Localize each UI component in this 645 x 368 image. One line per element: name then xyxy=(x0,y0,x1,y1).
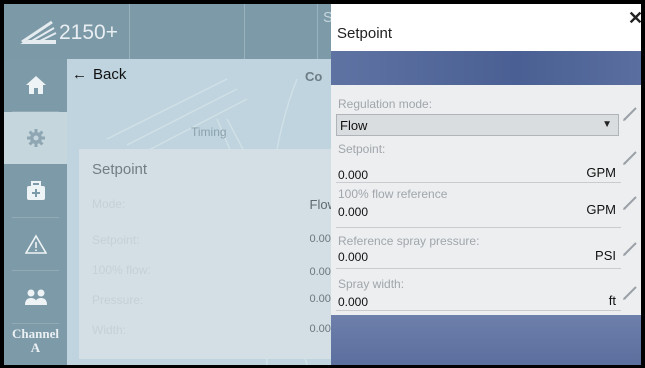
flow-reference-unit: GPM xyxy=(586,202,616,217)
regulation-mode-value: Flow xyxy=(340,118,368,133)
logo-cell: 2150+ xyxy=(4,4,130,59)
edit-pencil-icon[interactable] xyxy=(621,149,639,167)
spray-width-unit: ft xyxy=(608,293,616,308)
card-row: Mode: Flow xyxy=(92,197,337,212)
setpoint-card: Setpoint Mode: Flow Setpoint: 0.000 100%… xyxy=(79,149,341,359)
close-icon[interactable]: ✕ xyxy=(628,8,641,29)
spray-width-value[interactable]: 0.000 xyxy=(338,295,368,309)
nav-home[interactable] xyxy=(4,59,67,111)
card-title: Setpoint xyxy=(92,161,148,178)
setpoint-dialog: Setpoint ✕ Regulation mode: Flow ▼ Setpo… xyxy=(331,4,641,365)
section-label: Co xyxy=(305,69,323,84)
channel-value: A xyxy=(30,340,41,355)
spray-pressure-value[interactable]: 0.000 xyxy=(338,250,368,264)
edit-pencil-icon[interactable] xyxy=(621,240,639,258)
app-frame: 2150+ S Channel A ← Back Co Timing Setpo… xyxy=(4,4,641,365)
spray-width-label: Spray width: xyxy=(338,277,405,291)
warning-icon xyxy=(24,234,47,254)
chevron-down-icon: ▼ xyxy=(602,119,612,130)
regulation-mode-select[interactable]: Flow ▼ xyxy=(336,114,619,136)
gear-icon xyxy=(26,129,45,147)
edit-pencil-icon[interactable] xyxy=(621,194,639,212)
edit-pencil-icon[interactable] xyxy=(621,105,639,123)
channel-label: Channel xyxy=(12,326,59,341)
field-underline xyxy=(336,182,621,183)
card-row: Setpoint: 0.000 xyxy=(92,233,337,247)
card-row: Pressure: 0.000 xyxy=(92,293,337,307)
nav-first-aid[interactable] xyxy=(4,165,67,217)
setpoint-value[interactable]: 0.000 xyxy=(338,168,368,182)
nav-divider xyxy=(12,323,59,324)
card-row-label: Pressure: xyxy=(92,293,144,307)
card-row: Width: 0.000 xyxy=(92,323,337,337)
spray-pressure-label: Reference spray pressure: xyxy=(338,234,480,248)
regulation-mode-label: Regulation mode: xyxy=(338,97,433,111)
users-icon xyxy=(24,289,47,305)
field-underline xyxy=(336,227,621,228)
setpoint-label: Setpoint: xyxy=(338,142,386,156)
logo-icon xyxy=(20,20,57,44)
card-row-label: Width: xyxy=(92,323,127,337)
flow-reference-label: 100% flow reference xyxy=(338,187,448,201)
dialog-banner xyxy=(331,51,641,85)
top-cell xyxy=(130,4,245,59)
card-row-label: Mode: xyxy=(92,197,126,211)
channel-selector[interactable]: Channel A xyxy=(4,327,67,355)
spray-pressure-unit: PSI xyxy=(595,248,616,263)
model-label: 2150+ xyxy=(59,21,118,44)
dialog-footer xyxy=(331,315,641,365)
arrow-left-icon: ← xyxy=(72,66,87,83)
nav-settings[interactable] xyxy=(4,112,67,164)
card-row: 100% flow: 0.000 xyxy=(92,263,337,278)
flow-reference-value[interactable]: 0.000 xyxy=(338,205,368,219)
back-button[interactable]: ← Back xyxy=(72,66,126,83)
home-icon xyxy=(25,76,46,94)
card-row-label: Setpoint: xyxy=(92,233,140,247)
dialog-header: Setpoint ✕ xyxy=(331,4,641,51)
left-nav: Channel A xyxy=(4,59,67,365)
timing-label[interactable]: Timing xyxy=(191,125,227,139)
dialog-title: Setpoint xyxy=(337,25,393,42)
nav-users[interactable] xyxy=(4,271,67,323)
field-underline xyxy=(336,310,621,311)
edit-pencil-icon[interactable] xyxy=(621,284,639,302)
top-cell xyxy=(245,4,318,59)
nav-alarms[interactable] xyxy=(4,218,67,270)
setpoint-unit: GPM xyxy=(586,165,616,180)
first-aid-kit-icon xyxy=(26,181,45,200)
field-underline xyxy=(336,268,621,269)
back-label: Back xyxy=(93,66,127,83)
card-row-label: 100% flow: xyxy=(92,263,151,277)
